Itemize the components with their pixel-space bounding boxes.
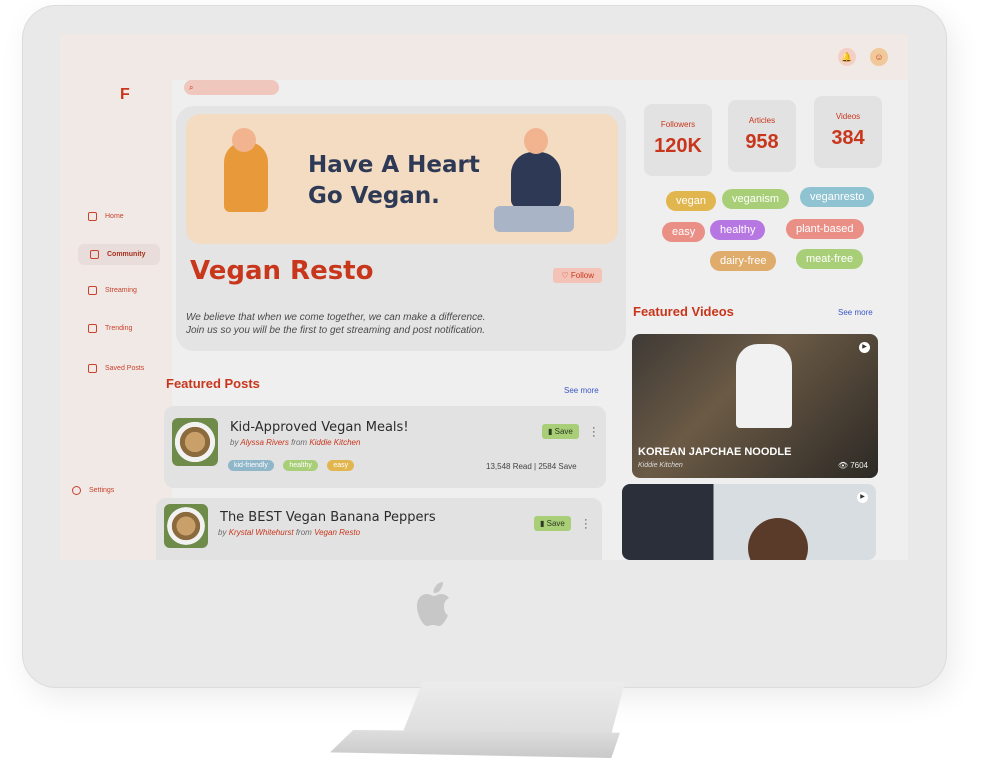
bookmark-icon [88,364,97,373]
save-post-button[interactable]: ▮ Save [542,424,579,439]
promo-banner: Have A Heart Go Vegan. [186,114,618,244]
monitor-stand-foot [330,730,620,758]
tag-chip[interactable]: plant-based [786,219,864,239]
apple-logo-icon [417,582,449,626]
sidebar-item-home[interactable]: Home [88,212,124,221]
sidebar-item-label: Settings [89,487,115,494]
post-card[interactable]: The BEST Vegan Banana Peppers by Krystal… [156,498,602,560]
sidebar-item-trending[interactable]: Trending [88,324,132,333]
post-source-link[interactable]: Vegan Resto [314,528,360,537]
community-icon [90,250,99,259]
profile-hero-card: Have A Heart Go Vegan. Vegan Resto ♡ Fol… [176,106,626,351]
post-author-link[interactable]: Krystal Whitehurst [229,528,294,537]
tag-chip[interactable]: vegan [666,191,716,211]
video-views: 👁 7604 [837,461,868,470]
banner-slogan: Have A Heart Go Vegan. [308,152,480,209]
save-post-button[interactable]: ▮ Save [534,516,571,531]
post-source-link[interactable]: Kiddie Kitchen [309,438,360,447]
featured-posts-heading: Featured Posts [166,376,260,391]
cooking-table-illustration [494,206,574,232]
sidebar-item-label: Streaming [105,287,137,294]
tag-chip[interactable]: dairy-free [710,251,777,271]
post-tag[interactable]: healthy [283,460,318,471]
play-icon[interactable]: ▶ [859,342,870,353]
tag-chip[interactable]: veganresto [800,187,875,207]
post-tag[interactable]: easy [327,460,355,471]
tag-chip[interactable]: healthy [710,220,766,240]
stat-articles: Articles 958 [728,100,796,172]
post-title[interactable]: The BEST Vegan Banana Peppers [220,510,436,525]
gear-icon [72,486,81,495]
post-byline: by Alyssa Rivers from Kiddie Kitchen [230,438,361,447]
video-card[interactable]: ▶ KOREAN JAPCHAE NOODLE Kiddie Kitchen 👁… [632,334,878,478]
video-card[interactable]: ▶ [622,484,876,560]
tag-chip[interactable]: veganism [722,189,790,209]
post-tag[interactable]: kid-friendly [228,460,274,471]
featured-posts-see-more-link[interactable]: See more [564,386,599,395]
chef-man-illustration [511,152,561,208]
bookmark-icon: ▮ [540,519,547,528]
post-thumbnail [172,418,218,466]
featured-videos-heading: Featured Videos [633,304,734,319]
video-host-illustration [736,344,792,428]
search-input[interactable]: ⌕ [184,80,279,95]
follow-button[interactable]: ♡ Follow [553,268,602,283]
stat-followers: Followers 120K [644,104,712,176]
featured-videos-see-more-link[interactable]: See more [838,308,873,317]
video-title: KOREAN JAPCHAE NOODLE [638,446,792,458]
post-stats: 13,548 Read | 2584 Save [486,462,577,471]
chef-woman-head [232,128,256,152]
app-screen: F Home Community Streaming Trending Save… [60,34,908,560]
post-tags: kid-friendly healthy easy [228,454,359,472]
video-person-illustration [748,518,808,560]
post-thumbnail [164,504,208,548]
more-options-icon[interactable]: · · · [584,515,588,534]
top-bar: 🔔 ☺ [172,34,908,80]
sidebar-item-saved-posts[interactable]: Saved Posts [88,364,144,373]
chef-woman-illustration [224,142,268,212]
bookmark-icon: ▮ [548,427,555,436]
streaming-icon [88,286,97,295]
video-channel: Kiddie Kitchen [638,462,683,469]
post-title[interactable]: Kid-Approved Vegan Meals! [230,420,409,435]
tag-chip[interactable]: easy [662,222,706,242]
sidebar-item-settings[interactable]: Settings [72,486,114,495]
more-options-icon[interactable]: · · · [592,423,596,442]
search-icon: ⌕ [189,83,194,92]
sidebar: F Home Community Streaming Trending Save… [60,34,172,560]
post-card[interactable]: Kid-Approved Vegan Meals! by Alyssa Rive… [164,406,606,488]
post-byline: by Krystal Whitehurst from Vegan Resto [218,528,361,537]
play-icon[interactable]: ▶ [857,492,868,503]
sidebar-item-label: Trending [105,325,133,332]
avatar[interactable]: ☺ [870,48,888,66]
sidebar-item-streaming[interactable]: Streaming [88,286,137,295]
home-icon [88,212,97,221]
sidebar-item-label: Saved Posts [105,365,145,372]
sidebar-item-label: Community [107,251,146,258]
post-author-link[interactable]: Alyssa Rivers [240,438,288,447]
page-description: We believe that when we come together, w… [186,312,486,336]
bell-icon[interactable]: 🔔 [838,48,856,66]
flag-icon [88,324,97,333]
app-logo[interactable]: F [120,86,134,103]
tag-chip[interactable]: meat-free [796,249,864,269]
sidebar-item-community[interactable]: Community [78,244,160,265]
stat-videos: Videos 384 [814,96,882,168]
page-title: Vegan Resto [190,256,374,286]
sidebar-item-label: Home [105,213,124,220]
chef-man-head [524,128,548,154]
